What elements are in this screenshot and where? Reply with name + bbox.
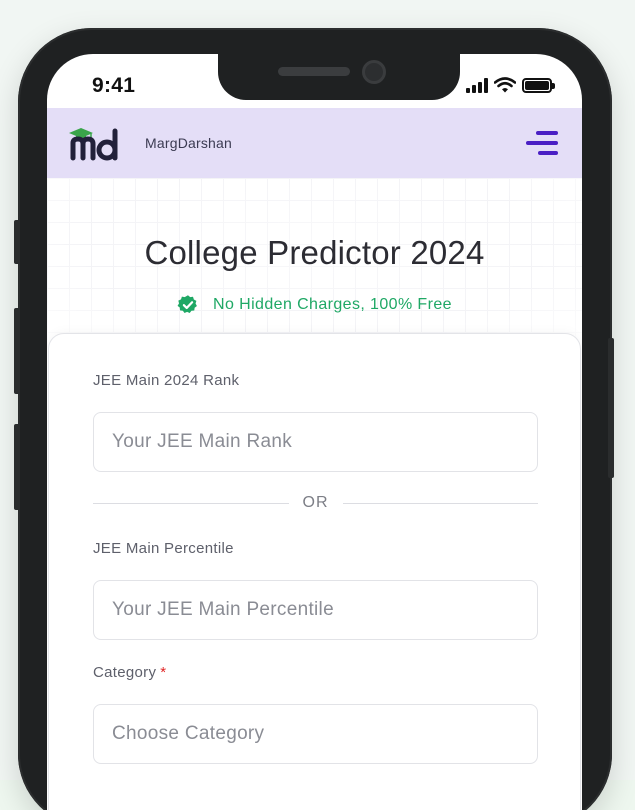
app-header-bar: MargDarshan [47, 108, 582, 178]
percentile-input[interactable] [93, 580, 538, 640]
status-time: 9:41 [92, 74, 136, 97]
divider-line-left [93, 502, 289, 504]
free-badge: No Hidden Charges, 100% Free [47, 294, 582, 316]
brand-logo[interactable]: MargDarshan [67, 125, 232, 161]
wifi-icon [494, 77, 516, 93]
page-title: College Predictor 2024 [144, 234, 485, 271]
rank-label: JEE Main 2024 Rank [93, 372, 240, 389]
phone-power-button [608, 338, 614, 478]
percentile-label: JEE Main Percentile [93, 540, 234, 557]
category-select[interactable] [93, 704, 538, 764]
screen-content: MargDarshan College Predictor 2024 No Hi… [47, 54, 582, 810]
or-text: OR [302, 494, 329, 511]
speaker-grille [278, 67, 350, 76]
front-camera [362, 60, 386, 84]
rank-input[interactable] [93, 412, 538, 472]
category-label: Category [93, 664, 157, 681]
battery-icon [522, 77, 555, 93]
or-divider: OR [93, 494, 538, 512]
phone-notch [218, 54, 460, 100]
verified-check-icon [177, 295, 197, 314]
required-asterisk: * [160, 664, 167, 681]
free-badge-text: No Hidden Charges, 100% Free [213, 296, 452, 313]
hamburger-menu-icon[interactable] [526, 131, 558, 155]
cellular-signal-icon [466, 77, 488, 93]
brand-name: MargDarshan [145, 135, 233, 151]
status-icons [466, 77, 555, 93]
margdarshan-logo-icon [69, 128, 118, 161]
phone-volume-up [14, 308, 20, 394]
battery-level [525, 80, 549, 90]
category-label-row: Category * [93, 664, 166, 681]
phone-volume-down [14, 424, 20, 510]
phone-mute-switch [14, 220, 20, 264]
divider-line-right [342, 502, 538, 504]
predictor-form-card: JEE Main 2024 Rank OR JEE Main Percentil… [48, 333, 581, 810]
